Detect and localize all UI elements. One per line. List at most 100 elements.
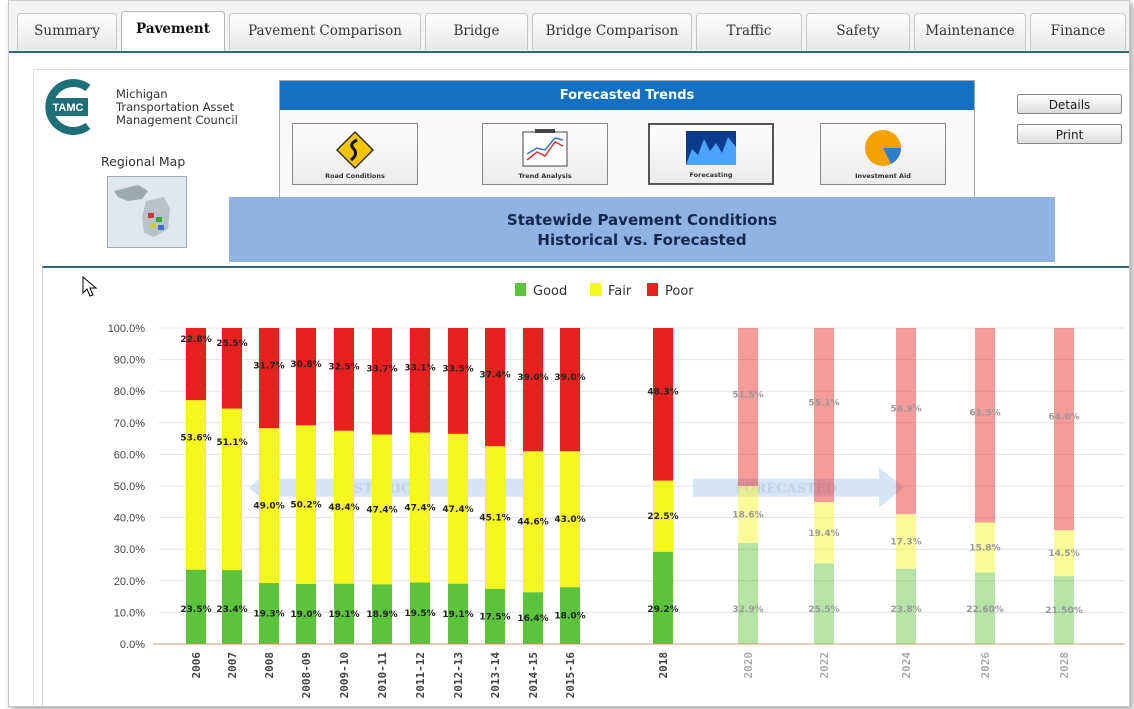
- bar-poor: [814, 328, 834, 503]
- bar-poor: [296, 328, 316, 426]
- x-tick-label: 2024: [900, 652, 913, 679]
- data-label-good: 21.50%: [1045, 606, 1083, 616]
- forecasted-trends-panel: Forecasted Trends Road Conditions Trend …: [279, 80, 975, 200]
- tab-bridge[interactable]: Bridge: [425, 13, 528, 50]
- data-label-good: 18.0%: [554, 612, 585, 622]
- data-label-good: 32.9%: [732, 605, 763, 615]
- forecasting-button[interactable]: Forecasting: [648, 123, 774, 185]
- data-label-good: 29.2%: [647, 605, 678, 615]
- logo-text: TAMC: [53, 102, 84, 114]
- data-label-fair: 51.1%: [216, 438, 247, 448]
- x-tick-label: 2007: [226, 652, 239, 679]
- road-conditions-button[interactable]: Road Conditions: [292, 123, 418, 185]
- bar-good: [653, 551, 673, 644]
- org-name: Michigan Transportation Asset Management…: [116, 88, 238, 127]
- data-label-poor: 30.8%: [290, 360, 321, 370]
- bar-good: [814, 563, 834, 644]
- bar-poor: [738, 328, 758, 486]
- data-label-poor: 55.1%: [808, 398, 839, 408]
- tab-safety[interactable]: Safety: [806, 13, 910, 50]
- data-label-poor: 22.8%: [180, 335, 211, 345]
- data-label-poor: 31.7%: [253, 361, 284, 371]
- data-label-fair: 47.4%: [442, 505, 473, 515]
- bar-poor: [334, 328, 354, 431]
- x-tick-label: 2028: [1058, 652, 1071, 679]
- tab-pavement[interactable]: Pavement: [121, 11, 225, 51]
- data-label-poor: 58.9%: [890, 404, 921, 414]
- data-label-poor: 33.1%: [404, 364, 435, 374]
- pie-chart-icon: [865, 130, 901, 166]
- trend-analysis-button[interactable]: Trend Analysis: [482, 123, 608, 185]
- y-tick-label: 60.0%: [114, 449, 145, 461]
- bar-poor: [485, 328, 505, 447]
- data-label-good: 23.8%: [890, 605, 921, 615]
- tab-pavement-comparison[interactable]: Pavement Comparison: [229, 13, 421, 50]
- chart-area: 0.0% 10.0% 20.0% 30.0% 40.0% 50.0% 60.0% 70.0% 8…: [42, 266, 1129, 706]
- data-label-poor: 39.0%: [517, 373, 548, 383]
- tab-maintenance[interactable]: Maintenance: [914, 13, 1026, 50]
- data-label-fair: 18.6%: [732, 511, 763, 521]
- y-tick-label: 100.0%: [108, 323, 146, 335]
- trend-chart-icon: [522, 129, 568, 167]
- data-label-fair: 45.1%: [479, 513, 510, 523]
- x-tick-label: 2008-09: [300, 652, 313, 698]
- bar-poor: [523, 328, 543, 452]
- x-tick-label: 2015-16: [564, 652, 577, 699]
- data-label-fair: 43.0%: [554, 515, 585, 525]
- mouse-cursor-icon: [82, 276, 98, 297]
- tab-traffic[interactable]: Traffic: [696, 13, 802, 50]
- details-button[interactable]: Details: [1017, 94, 1122, 114]
- bar-poor: [1054, 328, 1074, 531]
- bar-poor: [410, 328, 430, 433]
- data-label-fair: 53.6%: [180, 433, 211, 443]
- regional-map-label: Regional Map: [101, 154, 186, 169]
- investment-aid-button[interactable]: Investment Aid: [820, 123, 946, 185]
- pavement-panel: TAMC Michigan Transportation Asset Manag…: [33, 69, 1129, 706]
- x-tick-label: 2006: [190, 652, 203, 679]
- data-label-good: 19.3%: [253, 610, 284, 620]
- y-tick-label: 50.0%: [114, 481, 145, 493]
- y-tick-label: 10.0%: [114, 607, 145, 619]
- data-label-fair: 47.4%: [404, 503, 435, 513]
- data-label-poor: 64.0%: [1048, 412, 1079, 422]
- org-line-3: Management Council: [116, 113, 238, 127]
- data-label-fair: 22.5%: [647, 512, 678, 522]
- bar-poor: [259, 328, 279, 429]
- legend-label-good: Good: [533, 284, 567, 299]
- data-label-poor: 33.7%: [366, 365, 397, 375]
- bar-poor: [653, 328, 673, 481]
- y-tick-label: 40.0%: [114, 513, 145, 525]
- data-label-poor: 39.0%: [554, 373, 585, 383]
- statewide-title: Statewide Pavement Conditions: [506, 211, 778, 229]
- data-label-poor: 33.5%: [442, 364, 473, 374]
- investment-aid-label: Investment Aid: [855, 172, 911, 180]
- bar-poor: [372, 328, 392, 435]
- tab-finance[interactable]: Finance: [1030, 13, 1126, 50]
- data-label-fair: 15.8%: [969, 544, 1000, 554]
- bar-fair: [186, 400, 206, 570]
- y-tick-label: 0.0%: [120, 639, 145, 651]
- x-tick-label: 2008: [263, 652, 276, 679]
- data-label-good: 17.5%: [479, 612, 510, 622]
- data-label-good: 19.1%: [442, 610, 473, 620]
- legend-label-poor: Poor: [665, 284, 694, 299]
- y-tick-label: 80.0%: [114, 386, 145, 398]
- statewide-title-banner: Statewide Pavement Conditions Historical…: [229, 197, 1055, 262]
- app-window: Summary Pavement Pavement Comparison Bri…: [8, 0, 1130, 707]
- data-label-good: 22.60%: [966, 605, 1004, 615]
- data-label-fair: 14.5%: [1048, 549, 1079, 559]
- tamc-logo: TAMC: [45, 79, 91, 135]
- bar-poor: [448, 328, 468, 434]
- data-label-good: 19.1%: [328, 610, 359, 620]
- road-sign-icon: [335, 130, 375, 170]
- data-label-poor: 51.5%: [732, 390, 763, 400]
- tab-summary[interactable]: Summary: [17, 13, 117, 50]
- y-tick-label: 20.0%: [114, 576, 145, 588]
- print-button[interactable]: Print: [1017, 124, 1122, 144]
- tab-bridge-comparison[interactable]: Bridge Comparison: [532, 13, 692, 50]
- regional-map-thumbnail[interactable]: [107, 176, 187, 248]
- x-tick-label: 2020: [742, 652, 755, 679]
- data-label-good: 25.5%: [808, 605, 839, 615]
- y-tick-label: 70.0%: [114, 418, 145, 430]
- legend-swatch-good: [515, 283, 526, 296]
